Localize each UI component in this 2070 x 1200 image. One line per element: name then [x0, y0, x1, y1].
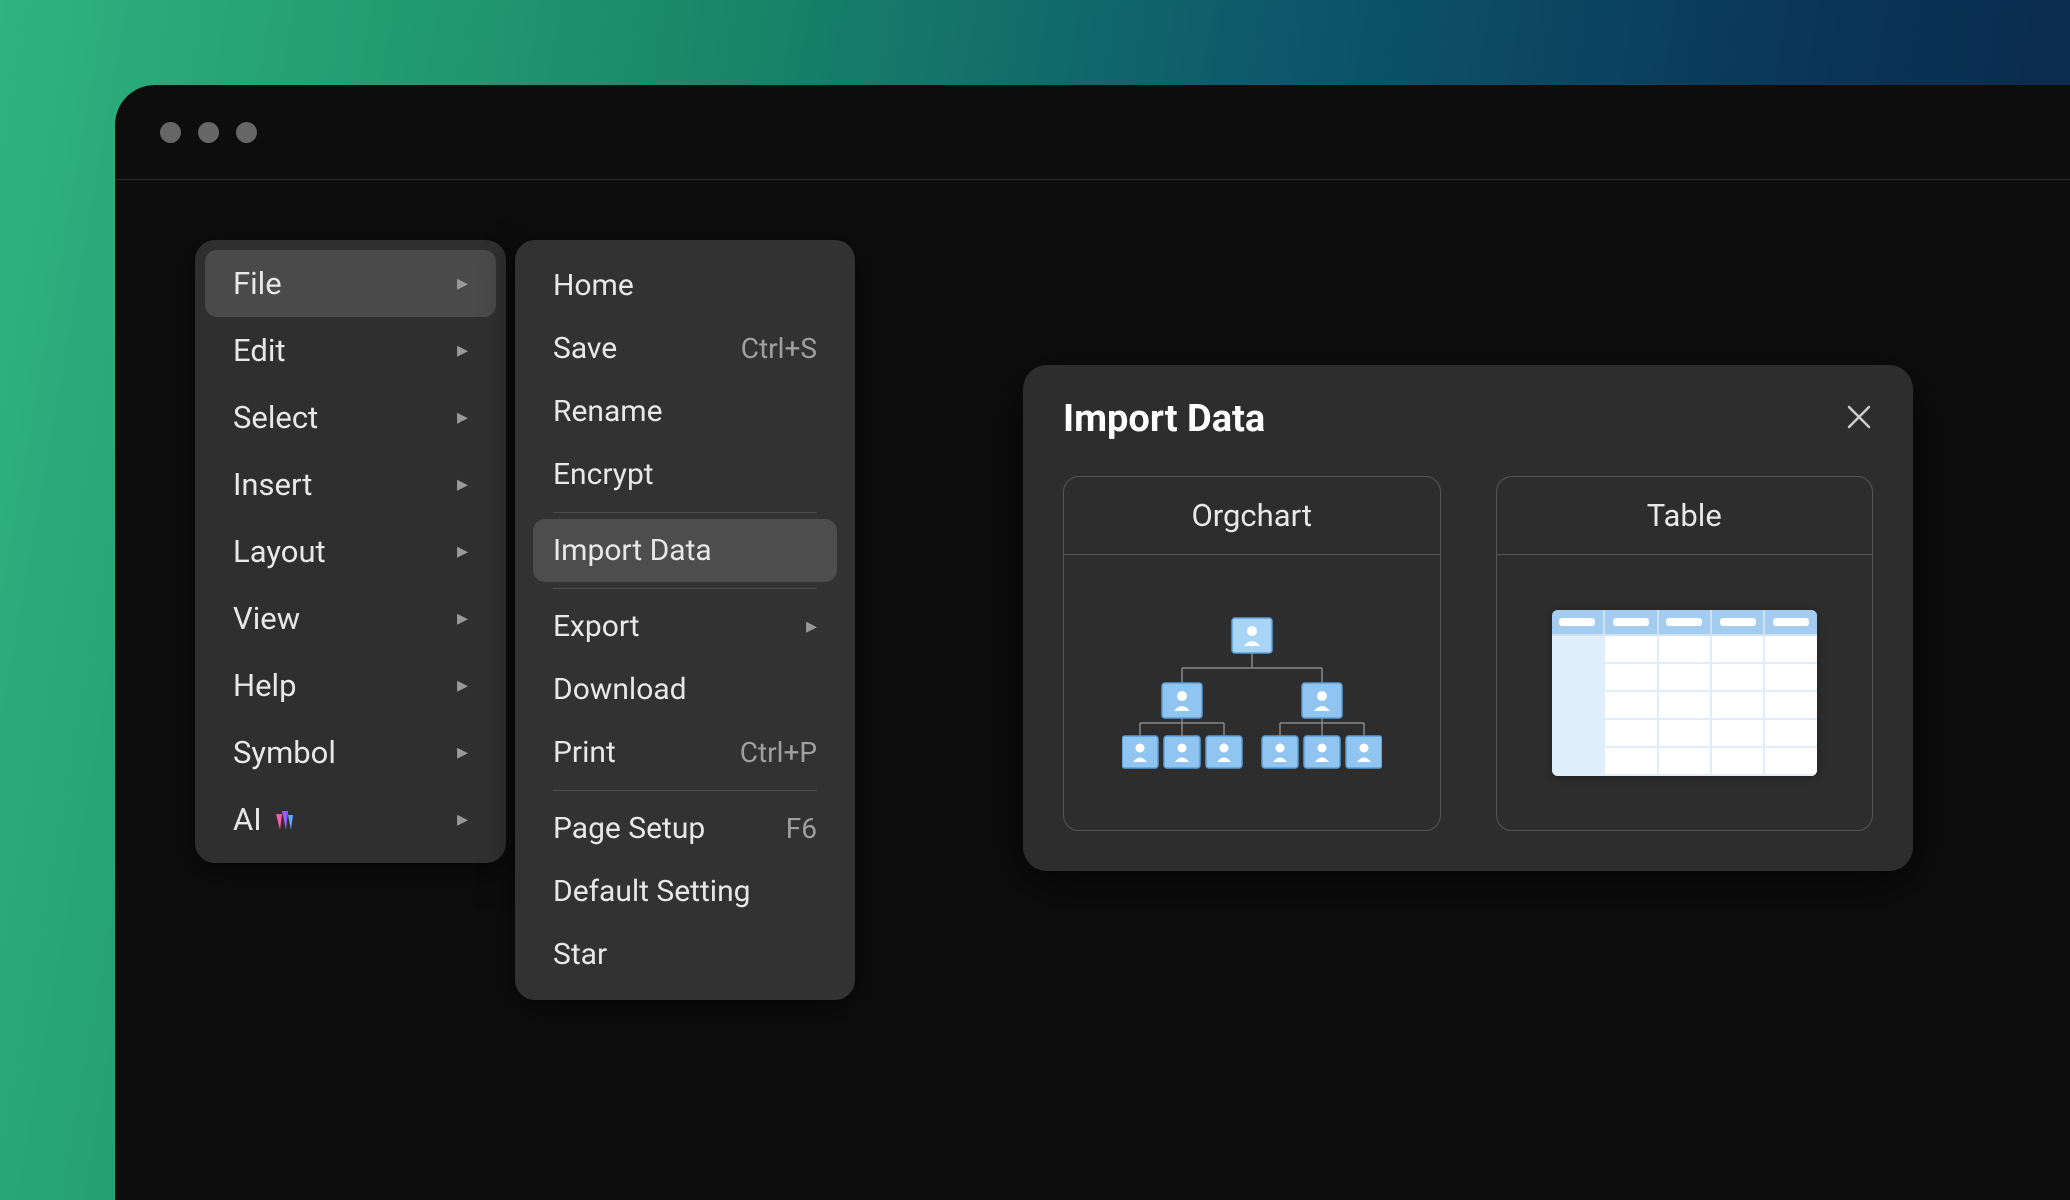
- menu-item-view[interactable]: View ▸: [205, 585, 496, 652]
- submenu-save[interactable]: Save Ctrl+S: [533, 317, 837, 380]
- dialog-header: Import Data: [1063, 397, 1873, 441]
- submenu-star[interactable]: Star: [533, 923, 837, 986]
- menu-item-text: AI: [233, 801, 262, 838]
- import-option-orgchart[interactable]: Orgchart: [1063, 476, 1441, 831]
- menu-item-label: View: [233, 600, 300, 637]
- chevron-right-icon: ▸: [457, 405, 468, 430]
- close-dialog-button[interactable]: [1845, 401, 1873, 437]
- option-body: [1497, 555, 1873, 830]
- close-icon: [1845, 403, 1873, 431]
- menu-item-insert[interactable]: Insert ▸: [205, 451, 496, 518]
- menu-item-label: Select: [233, 399, 318, 436]
- import-data-dialog: Import Data Orgchart: [1023, 365, 1913, 871]
- submenu-label: Page Setup: [553, 811, 705, 846]
- submenu-label: Default Setting: [553, 874, 751, 909]
- submenu-export[interactable]: Export ▸: [533, 595, 837, 658]
- chevron-right-icon: ▸: [457, 472, 468, 497]
- chevron-right-icon: ▸: [457, 807, 468, 832]
- table-icon: [1552, 610, 1817, 776]
- menu-item-edit[interactable]: Edit ▸: [205, 317, 496, 384]
- menu-item-file[interactable]: File ▸: [205, 250, 496, 317]
- chevron-right-icon: ▸: [457, 271, 468, 296]
- submenu-home[interactable]: Home: [533, 254, 837, 317]
- submenu-print[interactable]: Print Ctrl+P: [533, 721, 837, 784]
- primary-menu: File ▸ Edit ▸ Select ▸ Insert ▸ Layout ▸…: [195, 240, 506, 863]
- import-option-table[interactable]: Table: [1496, 476, 1874, 831]
- submenu-default-setting[interactable]: Default Setting: [533, 860, 837, 923]
- submenu-label: Rename: [553, 394, 663, 429]
- chevron-right-icon: ▸: [457, 673, 468, 698]
- submenu-label: Print: [553, 735, 616, 770]
- submenu-shortcut: Ctrl+S: [741, 332, 817, 365]
- submenu-page-setup[interactable]: Page Setup F6: [533, 797, 837, 860]
- chevron-right-icon: ▸: [457, 606, 468, 631]
- menu-item-label: Edit: [233, 332, 286, 369]
- dialog-options: Orgchart: [1063, 476, 1873, 831]
- close-window-button[interactable]: [160, 122, 181, 143]
- submenu-label: Download: [553, 672, 687, 707]
- menu-item-label: Insert: [233, 466, 312, 503]
- file-submenu: Home Save Ctrl+S Rename Encrypt Import D…: [515, 240, 855, 1000]
- submenu-import-data[interactable]: Import Data: [533, 519, 837, 582]
- traffic-lights: [160, 122, 257, 143]
- submenu-encrypt[interactable]: Encrypt: [533, 443, 837, 506]
- menu-item-label: Help: [233, 667, 297, 704]
- dialog-title: Import Data: [1063, 397, 1265, 441]
- chevron-right-icon: ▸: [806, 614, 817, 639]
- content-area: File ▸ Edit ▸ Select ▸ Insert ▸ Layout ▸…: [115, 180, 2070, 1200]
- chevron-right-icon: ▸: [457, 338, 468, 363]
- submenu-divider: [553, 512, 817, 513]
- submenu-rename[interactable]: Rename: [533, 380, 837, 443]
- submenu-shortcut: Ctrl+P: [740, 736, 817, 769]
- chevron-right-icon: ▸: [457, 740, 468, 765]
- submenu-label: Star: [553, 937, 607, 972]
- maximize-window-button[interactable]: [236, 122, 257, 143]
- option-title: Orgchart: [1064, 477, 1440, 555]
- menu-item-help[interactable]: Help ▸: [205, 652, 496, 719]
- menu-item-label: File: [233, 265, 282, 302]
- window-titlebar: [115, 85, 2070, 180]
- menu-item-ai[interactable]: AI ▸: [205, 786, 496, 853]
- menu-item-select[interactable]: Select ▸: [205, 384, 496, 451]
- submenu-download[interactable]: Download: [533, 658, 837, 721]
- submenu-label: Encrypt: [553, 457, 654, 492]
- chevron-right-icon: ▸: [457, 539, 468, 564]
- minimize-window-button[interactable]: [198, 122, 219, 143]
- option-title: Table: [1497, 477, 1873, 555]
- submenu-divider: [553, 588, 817, 589]
- submenu-label: Home: [553, 268, 634, 303]
- submenu-shortcut: F6: [786, 812, 817, 845]
- menu-item-label: AI: [233, 801, 296, 838]
- submenu-label: Save: [553, 331, 617, 366]
- submenu-label: Export: [553, 609, 640, 644]
- menu-item-label: Layout: [233, 533, 326, 570]
- menu-item-label: Symbol: [233, 734, 336, 771]
- ai-sparkle-icon: [272, 808, 296, 832]
- submenu-divider: [553, 790, 817, 791]
- menu-item-symbol[interactable]: Symbol ▸: [205, 719, 496, 786]
- app-window: File ▸ Edit ▸ Select ▸ Insert ▸ Layout ▸…: [115, 85, 2070, 1200]
- orgchart-icon: [1122, 608, 1382, 778]
- option-body: [1064, 555, 1440, 830]
- submenu-label: Import Data: [553, 533, 712, 568]
- menu-item-layout[interactable]: Layout ▸: [205, 518, 496, 585]
